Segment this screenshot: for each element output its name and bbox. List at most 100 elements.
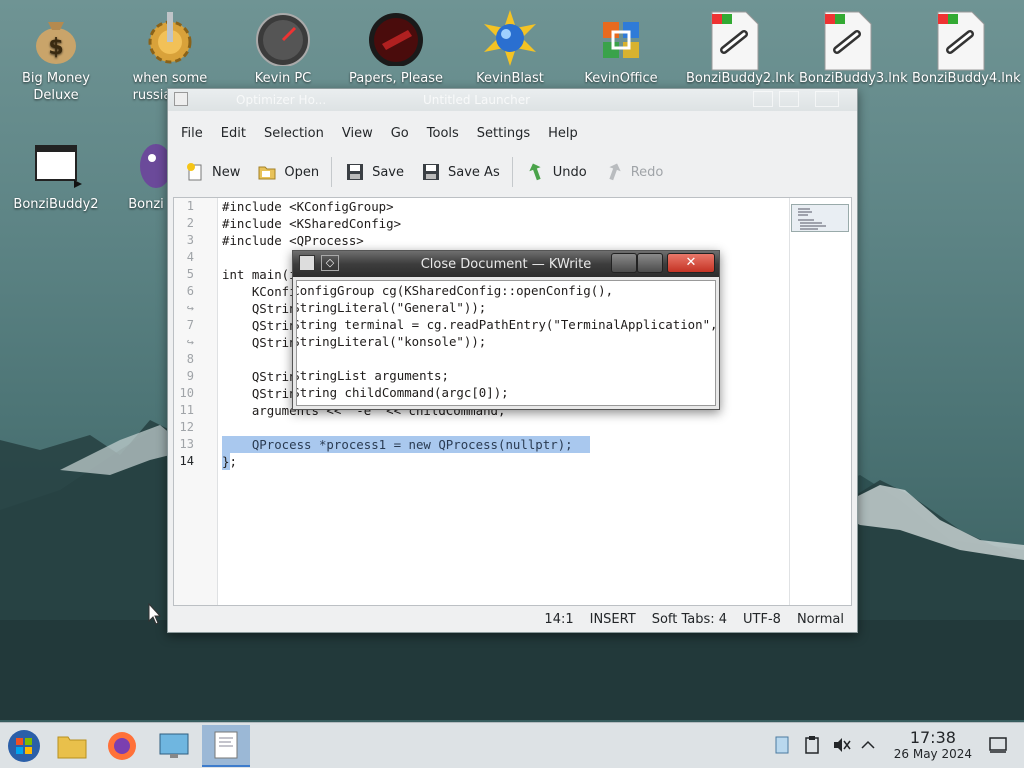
desktop-icon-label: KevinBlast (476, 71, 544, 86)
taskbar-file-manager[interactable] (48, 725, 96, 767)
undo-icon (525, 161, 547, 183)
file-manager-icon (57, 736, 87, 759)
desktop-icon-papers-please[interactable]: Papers, Please (346, 4, 446, 87)
code-line-selected: QProcess *process1 = new QProcess(nullpt… (222, 437, 573, 452)
svg-text:$: $ (48, 35, 63, 60)
close-document-dialog[interactable]: ◇ Close Document — KWrite ✕ KConfigGroup… (292, 250, 720, 410)
desktop-icon-label: Papers, Please (348, 71, 444, 86)
taskbar-firefox[interactable] (98, 725, 146, 767)
menu-settings[interactable]: Settings (468, 119, 539, 149)
line-number: 1 (186, 199, 194, 213)
start-button[interactable] (0, 725, 48, 767)
line-number: 13 (179, 437, 194, 451)
line-number-current: 14 (179, 454, 194, 468)
save-icon (344, 161, 366, 183)
menu-file[interactable]: File (172, 119, 212, 149)
line-wrap-marker: ↪ (186, 335, 194, 349)
clipboard-tray-icon[interactable] (802, 735, 822, 755)
desktop-icon-bonzibuddy4-lnk[interactable]: BonziBuddy4.lnk (910, 4, 1021, 87)
desktop-icon-label: BonziBuddy4.lnk (912, 71, 1021, 86)
code-line: QString terminal = cg.readPathEntry("Ter… (296, 317, 716, 332)
desktop-icon-bonzibuddy2-folder[interactable]: BonziBuddy2 (6, 130, 106, 213)
desktop-icon-label: BonziBuddy3.lnk (799, 71, 908, 86)
maximize-button[interactable] (779, 91, 799, 107)
desktop-icon-label: Kevin PC (254, 71, 312, 86)
gear-icon (142, 10, 198, 66)
minimap-viewport[interactable] (791, 204, 849, 232)
shortcut-icon (932, 10, 988, 71)
minimap-scrollbar[interactable] (789, 198, 851, 605)
line-number: 7 (186, 318, 194, 332)
line-wrap-marker: ↪ (186, 301, 194, 315)
ghost-title-optimizer: Optimizer Ho... (236, 93, 327, 107)
desktop-icon-big-money-deluxe[interactable]: $ Big Money Deluxe (6, 4, 106, 104)
code-line: #include <KConfigGroup> (222, 199, 394, 214)
menu-view[interactable]: View (333, 119, 382, 149)
open-button[interactable]: Open (248, 156, 327, 188)
code-line: QStringLiteral("konsole")); (296, 334, 487, 349)
code-line: #include <KSharedConfig> (222, 216, 402, 231)
minimize-button[interactable] (753, 91, 773, 107)
insert-mode[interactable]: INSERT (582, 612, 644, 627)
cursor-position[interactable]: 14:1 (536, 612, 581, 627)
line-number: 4 (186, 250, 194, 264)
office-icon (593, 10, 649, 66)
new-document-icon (184, 161, 206, 183)
dialog-minimize-button[interactable] (611, 253, 637, 273)
taskbar-kwrite[interactable] (202, 725, 250, 767)
line-number: 5 (186, 267, 194, 281)
desktop-icon-bonzibuddy2-lnk[interactable]: BonziBuddy2.lnk (684, 4, 795, 87)
menu-help[interactable]: Help (539, 119, 587, 149)
line-number: 11 (179, 403, 194, 417)
start-icon (8, 730, 40, 762)
window-menu-icon[interactable] (174, 92, 188, 106)
menu-go[interactable]: Go (382, 119, 418, 149)
close-button[interactable] (815, 91, 839, 107)
line-number: 8 (186, 352, 194, 366)
line-number: 10 (179, 386, 194, 400)
clock-date: 26 May 2024 (893, 747, 972, 761)
new-button[interactable]: New (176, 156, 248, 188)
desktop-icon-kevinblast[interactable]: KevinBlast (460, 4, 560, 87)
desktop-icon-label: Big Money Deluxe (21, 71, 90, 103)
gauge-icon (255, 10, 311, 67)
dialog-titlebar[interactable]: ◇ Close Document — KWrite ✕ (293, 251, 719, 277)
save-button[interactable]: Save (336, 156, 412, 188)
line-number: 9 (186, 369, 194, 383)
dialog-content: KConfigGroup cg(KSharedConfig::openConfi… (296, 280, 716, 406)
desktop-icon-label: BonziBuddy2 (13, 197, 99, 212)
taskbar-clock[interactable]: 17:38 26 May 2024 (894, 729, 972, 762)
taskbar-system-monitor[interactable] (150, 725, 198, 767)
menu-edit[interactable]: Edit (212, 119, 255, 149)
save-as-icon (420, 161, 442, 183)
redo-button[interactable]: Redo (595, 156, 672, 188)
taskbar: 17:38 26 May 2024 (0, 722, 1024, 768)
input-mode[interactable]: Normal (789, 612, 852, 627)
volume-muted-icon[interactable] (832, 735, 852, 755)
menu-selection[interactable]: Selection (255, 119, 333, 149)
menu-tools[interactable]: Tools (418, 119, 468, 149)
folder-icon (28, 136, 84, 192)
expand-tray-icon[interactable] (858, 735, 878, 755)
window-titlebar[interactable]: Optimizer Ho... Untitled Launcher (168, 89, 857, 111)
undo-button[interactable]: Undo (517, 156, 595, 188)
indentation-setting[interactable]: Soft Tabs: 4 (644, 612, 735, 627)
open-folder-icon (256, 161, 278, 183)
dialog-maximize-button[interactable] (637, 253, 663, 273)
line-number: 2 (186, 216, 194, 230)
updates-tray-icon[interactable] (772, 735, 792, 755)
dialog-close-button[interactable]: ✕ (667, 253, 715, 273)
desktop-icon-bonzibuddy3-lnk[interactable]: BonziBuddy3.lnk (797, 4, 908, 87)
toolbar-separator (331, 157, 333, 187)
money-bag-icon: $ (28, 10, 84, 66)
shortcut-icon (706, 10, 762, 71)
code-line: QStringLiteral("General")); (296, 300, 487, 315)
desktop-icon-kevin-pc[interactable]: Kevin PC (233, 4, 333, 87)
line-number: 3 (186, 233, 194, 247)
code-line: QStringList arguments; (297, 368, 449, 383)
system-monitor-icon (159, 733, 189, 758)
encoding-setting[interactable]: UTF-8 (735, 612, 789, 627)
main-toolbar: New Open Save Save As Undo Redo (176, 153, 849, 191)
show-desktop-icon[interactable] (988, 735, 1008, 755)
save-as-button[interactable]: Save As (412, 156, 508, 188)
